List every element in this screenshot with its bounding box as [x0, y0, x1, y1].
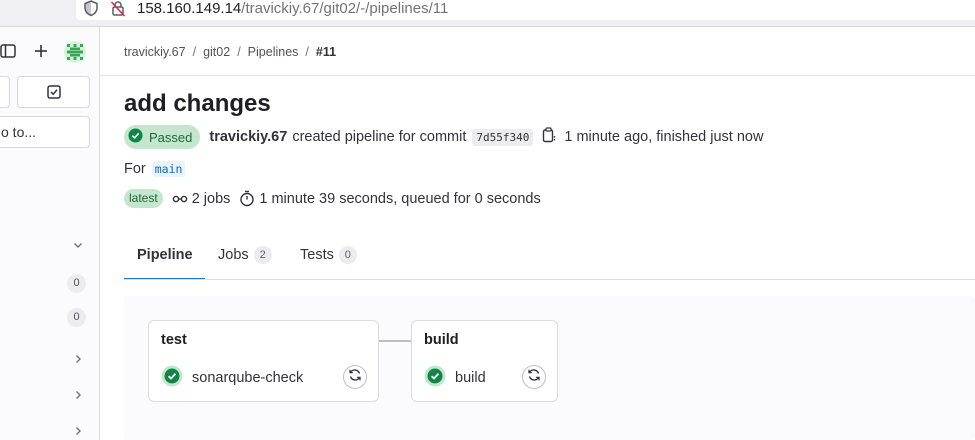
status-success-icon	[161, 365, 183, 391]
sidebar-button-left[interactable]	[0, 76, 10, 108]
header-divider	[100, 75, 975, 76]
stage-title: build	[424, 332, 459, 348]
url-text[interactable]: 158.160.149.14/travickiy.67/git02/-/pipe…	[137, 0, 448, 18]
tab-label: Jobs	[218, 247, 249, 263]
pipeline-meta: Passed travickiy.67 created pipeline for…	[124, 125, 763, 149]
search-go-to[interactable]: o to...	[0, 116, 90, 148]
avatar[interactable]	[63, 40, 87, 69]
sidebar-count-badge: 0	[67, 274, 86, 293]
job-sonarqube-check[interactable]: sonarqube-check	[161, 365, 303, 391]
tab-label: Tests	[300, 247, 334, 263]
stage-connector	[378, 340, 412, 342]
commit-sha-link[interactable]: 7d55f340	[472, 128, 534, 146]
breadcrumb-separator: /	[237, 45, 241, 59]
tab-label: Pipeline	[137, 247, 193, 263]
sidebar-count-badge: 0	[67, 308, 86, 327]
todo-button[interactable]	[17, 76, 90, 108]
chevron-right-icon[interactable]	[73, 352, 83, 367]
shield-icon[interactable]	[83, 0, 99, 22]
todo-icon	[46, 84, 62, 105]
branch-line: For main	[124, 161, 186, 177]
retry-button[interactable]	[522, 365, 546, 389]
for-label: For	[124, 161, 146, 177]
breadcrumb-item-user[interactable]: travickiy.67	[124, 45, 186, 59]
url-host: 158.160.149.14	[137, 0, 242, 17]
status-badge[interactable]: Passed	[124, 125, 201, 149]
pipeline-stats: latest 2 jobs 1 minute 39 seconds, queue…	[124, 189, 541, 208]
plus-icon[interactable]	[33, 43, 49, 64]
stage-test: test sonarqube-check	[148, 320, 379, 402]
pipeline-time: 1 minute ago, finished just now	[564, 129, 764, 145]
tab-pipeline[interactable]: Pipeline	[137, 241, 193, 280]
breadcrumb-separator: /	[192, 45, 197, 59]
breadcrumb: travickiy.67 / git02 / Pipelines / #11	[124, 45, 336, 59]
pipeline-graph: test sonarqube-check build build	[124, 296, 975, 440]
latest-badge: latest	[124, 189, 163, 208]
browser-url-bar: 158.160.149.14/travickiy.67/git02/-/pipe…	[0, 0, 975, 27]
tab-jobs[interactable]: Jobs 2	[218, 241, 272, 280]
chevron-down-icon[interactable]	[73, 238, 83, 253]
url-path: /travickiy.67/git02/-/pipelines/11	[241, 0, 449, 17]
retry-button[interactable]	[343, 365, 367, 389]
tab-count-badge: 0	[338, 246, 357, 264]
chevron-right-icon[interactable]	[73, 424, 83, 439]
duration-text: 1 minute 39 seconds, queued for 0 second…	[259, 190, 541, 207]
status-badge-label: Passed	[149, 129, 193, 145]
job-build[interactable]: build	[424, 365, 486, 391]
tab-tests[interactable]: Tests 0	[300, 241, 357, 280]
job-name: build	[455, 370, 486, 386]
tab-count-badge: 2	[253, 246, 272, 264]
pipeline-icon	[172, 191, 188, 207]
stage-title: test	[161, 332, 187, 348]
breadcrumb-item-project[interactable]: git02	[203, 45, 230, 59]
stage-build: build build	[411, 320, 558, 402]
main-content: travickiy.67 / git02 / Pipelines / #11 add cha…	[100, 27, 975, 440]
sidebar: o to... 0 0	[0, 27, 100, 440]
chevron-right-icon[interactable]	[73, 388, 83, 403]
retry-icon	[348, 368, 362, 387]
breadcrumb-item-current[interactable]: #11	[316, 45, 336, 59]
retry-icon	[527, 368, 541, 387]
breadcrumb-item-pipelines[interactable]: Pipelines	[248, 45, 299, 59]
job-name: sonarqube-check	[192, 370, 304, 386]
jobs-count: 2 jobs	[191, 190, 231, 207]
timer-icon	[239, 190, 255, 207]
breadcrumb-separator: /	[305, 45, 309, 59]
copy-icon[interactable]	[542, 127, 556, 147]
page-title: add changes	[124, 90, 271, 117]
toggle-sidebar-icon[interactable]	[0, 43, 16, 64]
status-success-icon	[128, 128, 143, 146]
tabs-divider	[124, 279, 975, 280]
insecure-lock-icon[interactable]	[110, 0, 126, 22]
created-text: created pipeline for commit	[292, 129, 467, 145]
status-success-icon	[424, 365, 446, 391]
pipeline-author-link[interactable]: travickiy.67	[209, 129, 287, 145]
branch-link[interactable]: main	[151, 161, 186, 177]
